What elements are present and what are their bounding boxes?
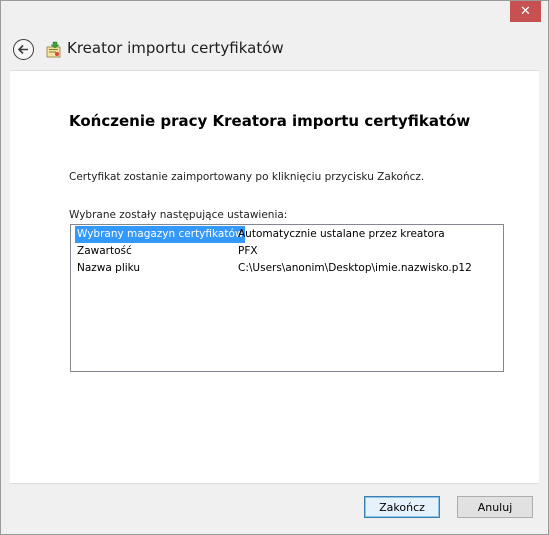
certificate-icon <box>46 41 61 58</box>
wizard-content: Kończenie pracy Kreatora importu certyfi… <box>10 70 539 484</box>
cancel-button[interactable]: Anuluj <box>457 496 533 518</box>
setting-key: Nazwa pliku <box>77 262 141 274</box>
title-bar: ✕ <box>1 1 548 29</box>
list-item[interactable]: Nazwa pliku C:\Users\anonim\Desktop\imie… <box>71 260 503 277</box>
wizard-title: Kreator importu certyfikatów <box>67 39 284 57</box>
list-item[interactable]: Wybrany magazyn certyfikatów Automatyczn… <box>71 226 503 243</box>
close-icon: ✕ <box>520 4 531 19</box>
description-text: Certyfikat zostanie zaimportowany po kli… <box>69 171 425 183</box>
wizard-window: ✕ Kreator importu certyfikatów Kończenie… <box>0 0 549 535</box>
settings-list-label: Wybrane zostały następujące ustawienia: <box>69 209 288 221</box>
back-arrow-icon <box>17 44 28 55</box>
list-item[interactable]: Zawartość PFX <box>71 243 503 260</box>
back-button[interactable] <box>13 39 34 60</box>
setting-value: C:\Users\anonim\Desktop\imie.nazwisko.p1… <box>238 262 472 274</box>
wizard-footer: Zakończ Anuluj <box>1 484 548 534</box>
finish-button[interactable]: Zakończ <box>364 496 440 518</box>
settings-list[interactable]: Wybrany magazyn certyfikatów Automatyczn… <box>70 224 504 372</box>
wizard-header: Kreator importu certyfikatów <box>1 33 548 67</box>
setting-key: Zawartość <box>77 245 132 257</box>
setting-key: Wybrany magazyn certyfikatów <box>75 226 246 243</box>
close-button[interactable]: ✕ <box>510 1 541 22</box>
setting-value: PFX <box>238 245 258 257</box>
page-heading: Kończenie pracy Kreatora importu certyfi… <box>69 112 471 130</box>
setting-value: Automatycznie ustalane przez kreatora <box>238 228 445 240</box>
